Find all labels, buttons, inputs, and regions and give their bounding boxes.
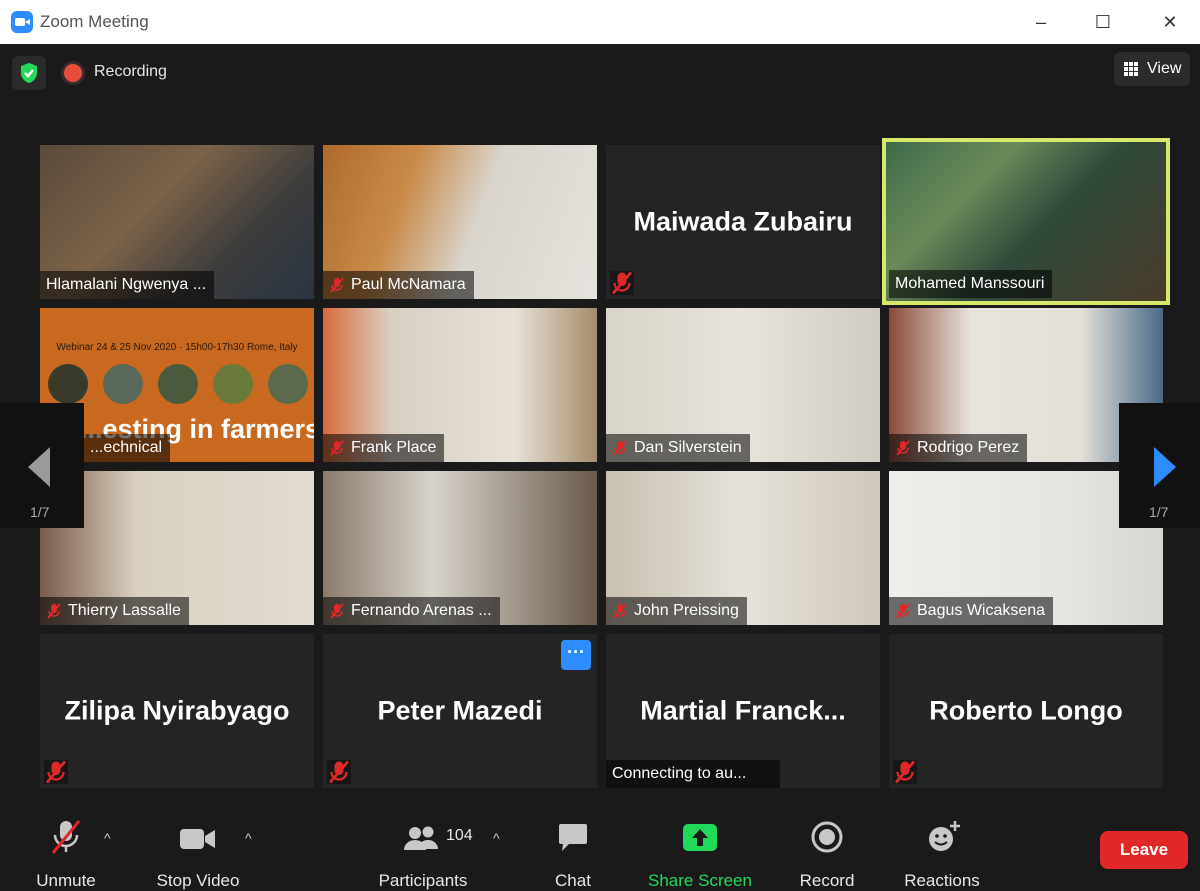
participants-button[interactable]: 104 Participants bbox=[372, 815, 474, 890]
recording-label: Recording bbox=[94, 63, 167, 80]
encryption-shield-icon[interactable] bbox=[12, 56, 46, 90]
unmute-button[interactable]: Unmute bbox=[24, 815, 108, 890]
share-screen-label: Share Screen bbox=[648, 871, 752, 890]
muted-mic-icon bbox=[613, 440, 627, 456]
participant-name: John Preissing bbox=[606, 597, 747, 625]
participant-name: Bagus Wicaksena bbox=[889, 597, 1054, 625]
video-camera-icon bbox=[180, 829, 215, 849]
muted-mic-icon bbox=[330, 277, 344, 293]
previous-page-button[interactable]: 1/7 bbox=[0, 403, 84, 528]
participant-name: Frank Place bbox=[323, 434, 445, 462]
muted-mic-icon bbox=[51, 820, 81, 854]
participant-display-name: Roberto Longo bbox=[929, 695, 1123, 726]
reactions-button[interactable]: Reactions bbox=[898, 815, 986, 890]
participant-display-name: Peter Mazedi bbox=[377, 695, 543, 726]
participant-name: Dan Silverstein bbox=[606, 434, 750, 462]
muted-mic-icon bbox=[44, 760, 68, 784]
participant-tile[interactable]: ··· Peter Mazedi bbox=[323, 634, 597, 788]
participant-tile[interactable]: Dan Silverstein bbox=[606, 308, 880, 462]
stop-video-button[interactable]: Stop Video bbox=[150, 815, 246, 890]
muted-mic-icon bbox=[330, 440, 344, 456]
participant-tile[interactable]: Roberto Longo bbox=[889, 634, 1163, 788]
slide-subtitle: Webinar 24 & 25 Nov 2020 · 15h00-17h30 R… bbox=[56, 342, 298, 353]
view-label: View bbox=[1147, 60, 1182, 77]
next-page-button[interactable]: 1/7 bbox=[1119, 403, 1200, 528]
participant-name: Fernando Arenas ... bbox=[323, 597, 500, 625]
maximize-button[interactable]: ☐ bbox=[1083, 8, 1123, 36]
participants-label: Participants bbox=[378, 871, 468, 890]
participant-tile-active-speaker[interactable]: Mohamed Manssouri bbox=[882, 138, 1170, 305]
leave-button[interactable]: Leave bbox=[1100, 831, 1188, 869]
chat-button[interactable]: Chat bbox=[545, 815, 601, 890]
slide-photos bbox=[48, 364, 308, 408]
video-options-caret[interactable]: ^ bbox=[245, 830, 252, 846]
record-button[interactable]: Record bbox=[795, 815, 859, 890]
record-icon bbox=[811, 821, 843, 853]
chevron-left-icon bbox=[28, 447, 50, 487]
record-label: Record bbox=[799, 871, 855, 890]
share-screen-button[interactable]: Share Screen bbox=[644, 815, 756, 890]
participant-tile[interactable]: Fernando Arenas ... bbox=[323, 471, 597, 625]
view-button[interactable]: View bbox=[1114, 52, 1190, 86]
page-indicator: 1/7 bbox=[30, 504, 50, 520]
window-title: Zoom Meeting bbox=[40, 12, 149, 31]
participant-name: Rodrigo Perez bbox=[889, 434, 1028, 462]
close-button[interactable]: ✕ bbox=[1150, 8, 1190, 36]
muted-mic-icon bbox=[47, 603, 61, 619]
share-screen-icon bbox=[683, 824, 717, 851]
participant-name: Paul McNamara bbox=[323, 271, 474, 299]
participant-tile[interactable]: Frank Place bbox=[323, 308, 597, 462]
page-indicator: 1/7 bbox=[1149, 504, 1169, 520]
recording-dot-icon bbox=[64, 64, 82, 82]
muted-mic-icon bbox=[613, 603, 627, 619]
participants-count: 104 bbox=[446, 827, 473, 844]
unmute-label: Unmute bbox=[36, 871, 96, 890]
participant-display-name: Martial Franck... bbox=[640, 695, 846, 726]
chat-bubble-icon bbox=[559, 824, 587, 851]
participant-name: ...echnical bbox=[84, 434, 171, 462]
reactions-smiley-icon bbox=[929, 821, 960, 851]
window-titlebar: Zoom Meeting – ☐ ✕ bbox=[0, 0, 1200, 44]
muted-mic-icon bbox=[610, 271, 634, 295]
participant-display-name: Maiwada Zubairu bbox=[633, 206, 853, 237]
grid-icon bbox=[1124, 62, 1138, 76]
participant-name: Hlamalani Ngwenya ... bbox=[40, 271, 215, 299]
muted-mic-icon bbox=[896, 440, 910, 456]
stop-video-label: Stop Video bbox=[156, 871, 240, 890]
participant-tile[interactable]: Paul McNamara bbox=[323, 145, 597, 299]
chevron-right-icon bbox=[1154, 447, 1176, 487]
participant-name: Thierry Lassalle bbox=[40, 597, 189, 625]
participant-tile[interactable]: Hlamalani Ngwenya ... bbox=[40, 145, 314, 299]
connection-status: Connecting to au... bbox=[606, 760, 781, 788]
participants-icon bbox=[404, 826, 438, 850]
participant-tile[interactable]: John Preissing bbox=[606, 471, 880, 625]
participant-display-name: Zilipa Nyirabyago bbox=[64, 695, 290, 726]
audio-options-caret[interactable]: ^ bbox=[104, 830, 111, 846]
participant-tile[interactable]: Zilipa Nyirabyago bbox=[40, 634, 314, 788]
participants-options-caret[interactable]: ^ bbox=[493, 830, 500, 846]
reactions-label: Reactions bbox=[904, 871, 980, 890]
muted-mic-icon bbox=[896, 603, 910, 619]
muted-mic-icon bbox=[327, 760, 351, 784]
muted-mic-icon bbox=[330, 603, 344, 619]
muted-mic-icon bbox=[893, 760, 917, 784]
more-options-button[interactable]: ··· bbox=[561, 640, 591, 670]
participant-tile[interactable]: Martial Franck... Connecting to au... bbox=[606, 634, 880, 788]
minimize-button[interactable]: – bbox=[1021, 8, 1061, 36]
zoom-logo-icon bbox=[11, 11, 33, 33]
chat-label: Chat bbox=[555, 871, 591, 890]
participant-tile[interactable]: Maiwada Zubairu bbox=[606, 145, 880, 299]
participant-name: Mohamed Manssouri bbox=[889, 270, 1053, 298]
